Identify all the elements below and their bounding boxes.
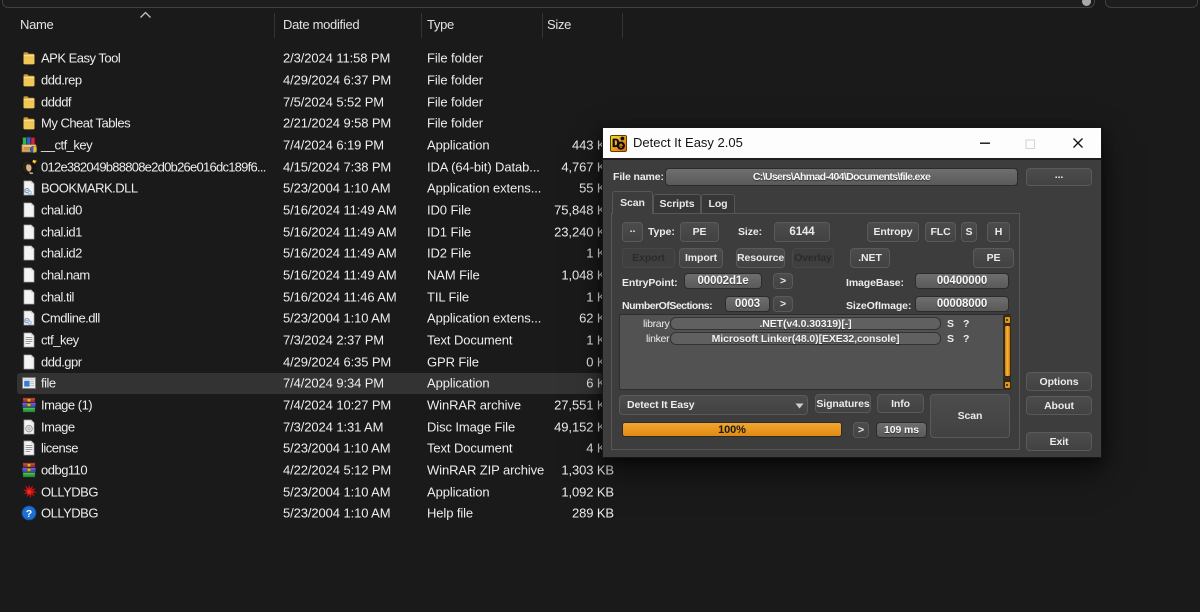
svg-text:?: ? — [26, 508, 32, 520]
